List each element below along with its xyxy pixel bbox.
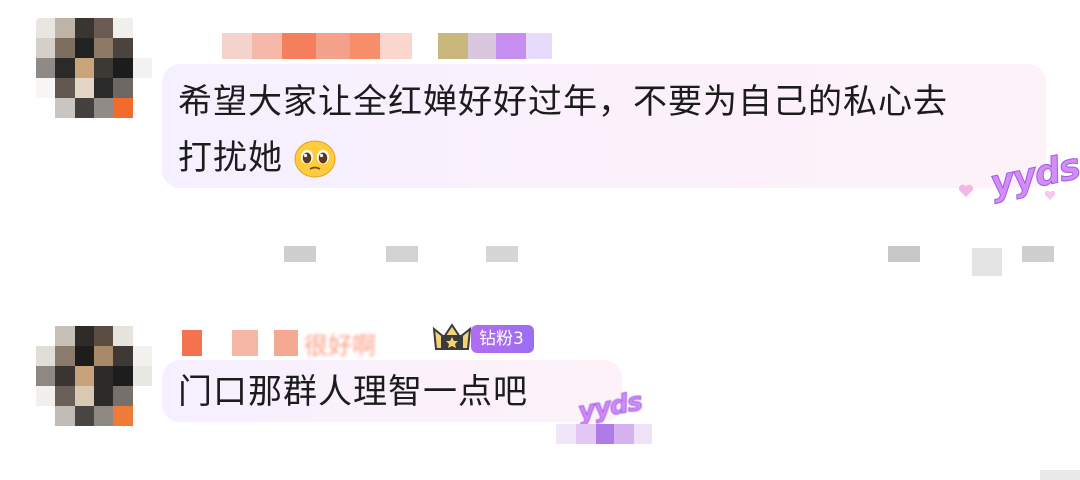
heart-icon [958,184,974,197]
reply-button[interactable] [386,246,418,262]
nickname-mosaic [222,33,552,59]
comment-feed: 希望大家让全红婵好好过年，不要为自己的私心去 打扰她 yyds 很好啊 钻粉3 … [0,0,1080,480]
comment-text: 希望大家让全红婵好好过年，不要为自己的私心去 [178,82,948,122]
comment-text: 门口那群人理智一点吧 [178,372,528,412]
sticker-mosaic [556,424,652,444]
avatar[interactable] [36,326,152,426]
avatar[interactable] [36,18,152,118]
like-icon[interactable] [972,248,1002,276]
timestamp [284,246,316,262]
next-item-edge [1040,470,1080,480]
nickname[interactable]: 很好啊 [304,326,376,361]
dislike-icon[interactable] [1022,246,1054,262]
fan-badge: 钻粉3 [471,325,534,353]
crown-icon [432,323,472,350]
like-count [888,246,920,262]
heart-icon [1044,190,1056,200]
comment-text: 打扰她 [178,138,283,178]
pleading-face-emoji [294,140,336,178]
share-button[interactable] [486,246,518,262]
